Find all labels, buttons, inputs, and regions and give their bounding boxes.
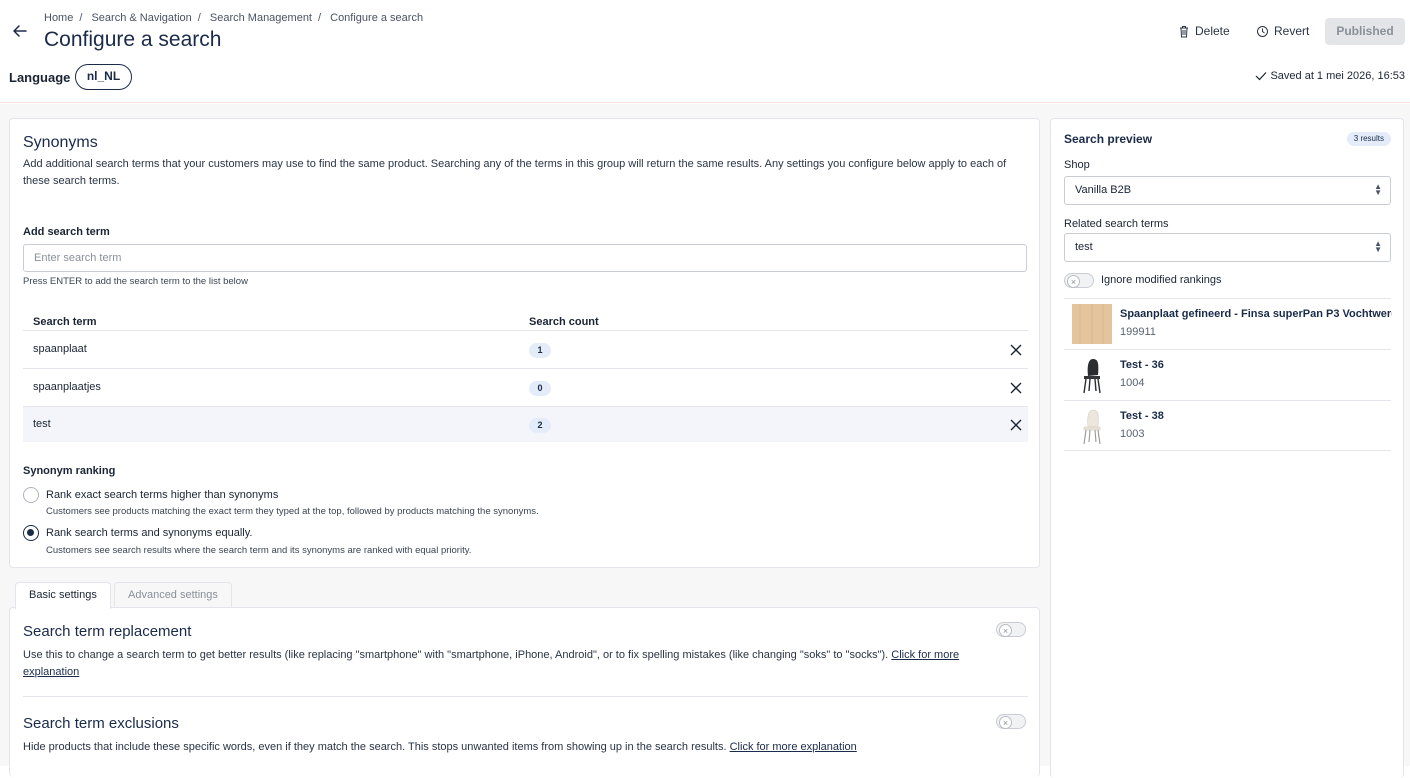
synonyms-title: Synonyms [23,134,98,151]
table-row: spaanplaat 1 [23,330,1028,368]
language-selector[interactable]: nl_NL [75,64,132,90]
related-terms-value: test [1075,241,1093,253]
table-row: test 2 [23,406,1028,442]
related-terms-select[interactable]: test ▲ ▼ [1064,233,1391,262]
breadcrumb-current: Configure a search [330,12,424,24]
column-header-count: Search count [529,316,599,328]
remove-icon[interactable] [1009,381,1023,395]
product-result[interactable]: Spaanplaat gefineerd - Finsa superPan P3… [1064,298,1392,349]
delete-button[interactable]: Delete [1178,18,1230,45]
shop-label: Shop [1064,159,1090,171]
replacement-toggle[interactable] [996,622,1026,637]
product-name: Test - 38 [1120,410,1164,422]
replacement-title: Search term replacement [23,623,192,640]
published-button[interactable]: Published [1325,18,1405,45]
add-search-term-input[interactable]: Enter search term [23,244,1027,272]
add-search-term-hint: Press ENTER to add the search term to th… [23,276,248,287]
delete-label: Delete [1195,24,1230,38]
rank-equal-label: Rank search terms and synonyms equally. [46,527,253,539]
remove-icon[interactable] [1009,418,1023,432]
trash-icon [1180,26,1188,38]
synonym-ranking-label: Synonym ranking [23,465,116,477]
product-id: 199911 [1120,326,1156,338]
preview-title: Search preview [1064,132,1153,146]
add-search-term-label: Add search term [23,226,110,238]
saved-text: Saved at 1 mei 2026, 16:53 [1270,70,1405,82]
revert-label: Revert [1274,24,1310,38]
row-term: test [33,418,51,430]
tab-basic-settings[interactable]: Basic settings [15,582,111,609]
row-term: spaanplaat [33,343,87,355]
exclusions-explanation-link[interactable]: Click for more explanation [730,741,857,753]
rank-exact-radio[interactable] [23,487,39,503]
row-count-badge: 2 [529,418,551,433]
breadcrumb-home[interactable]: Home [44,12,73,24]
select-chevron-icon: ▲ ▼ [1374,182,1382,197]
page-header: Home / Search & Navigation / Search Manage… [0,0,1410,103]
rank-equal-description: Customers see search results where the s… [46,545,472,556]
column-header-term: Search term [33,316,97,328]
shop-select[interactable]: Vanilla B2B ▲ ▼ [1064,176,1391,205]
results-count-badge: 3 results [1346,132,1391,146]
divider [23,696,1028,697]
revert-button[interactable]: Revert [1256,18,1309,45]
product-name: Spaanplaat gefineerd - Finsa superPan P3… [1120,308,1392,320]
row-count-badge: 1 [529,343,551,358]
product-name: Test - 36 [1120,359,1164,371]
white-chair-thumbnail [1072,406,1112,446]
synonyms-card: Synonyms Add additional search terms tha… [9,118,1040,568]
wood-board-thumbnail [1072,304,1112,344]
tab-advanced-settings[interactable]: Advanced settings [114,582,232,608]
rank-exact-description: Customers see products matching the exac… [46,506,539,517]
ignore-rankings-label: Ignore modified rankings [1101,274,1222,286]
breadcrumb-search-management[interactable]: Search Management [210,12,312,24]
product-id: 1004 [1120,377,1145,389]
synonyms-description: Add additional search terms that your cu… [23,158,1007,187]
history-icon [1257,26,1268,37]
row-term: spaanplaatjes [33,381,101,393]
check-icon [1256,72,1267,81]
black-chair-thumbnail [1072,355,1112,395]
breadcrumb: Home / Search & Navigation / Search Manage… [44,12,424,24]
remove-icon[interactable] [1009,343,1023,357]
related-terms-label: Related search terms [1064,218,1169,230]
rank-equal-radio[interactable] [23,525,39,541]
product-result[interactable]: Test - 36 1004 [1064,349,1391,400]
content-area: Synonyms Add additional search terms tha… [0,104,1410,778]
shop-select-value: Vanilla B2B [1075,184,1132,196]
breadcrumb-search-navigation[interactable]: Search & Navigation [91,12,191,24]
exclusions-toggle[interactable] [996,714,1026,729]
basic-settings-card: Search term replacement Use this to chan… [9,607,1040,777]
exclusions-description: Hide products that include these specifi… [23,741,857,753]
ignore-rankings-toggle[interactable] [1064,273,1094,288]
replacement-description: Use this to change a search term to get … [23,649,960,678]
table-row: spaanplaatjes 0 [23,368,1028,406]
back-arrow-icon[interactable] [11,22,29,40]
row-count-badge: 0 [529,381,551,396]
select-chevron-icon: ▲ ▼ [1374,239,1382,254]
exclusions-title: Search term exclusions [23,715,179,732]
rank-exact-label: Rank exact search terms higher than syno… [46,489,279,501]
product-id: 1003 [1120,428,1145,440]
saved-status: Saved at 1 mei 2026, 16:53 [1255,70,1405,82]
page-title: Configure a search [44,28,222,51]
product-result[interactable]: Test - 38 1003 [1064,400,1391,451]
search-preview-panel: Search preview 3 results Shop Vanilla B2… [1050,118,1404,778]
language-label: Language [9,70,71,85]
